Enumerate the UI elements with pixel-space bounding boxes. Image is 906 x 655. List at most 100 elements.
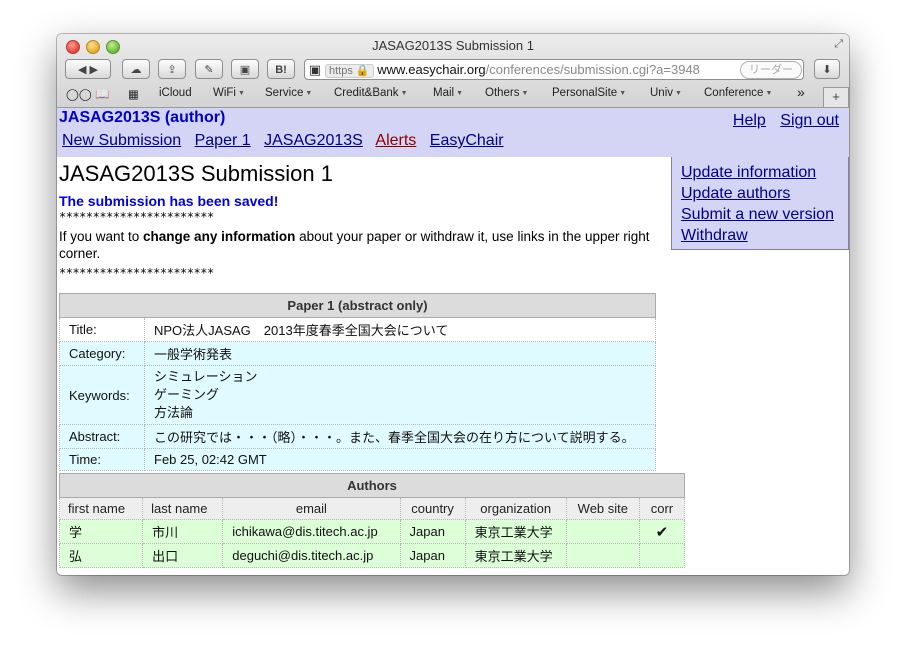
nav-paper-1[interactable]: Paper 1 [195,132,251,149]
col-last-name: last name [142,497,224,520]
title-value: NPO法人JASAG 2013年度春季全国大会について [144,317,656,342]
bookmark-personalsite[interactable]: PersonalSite ▼ [552,87,626,99]
bookmark-mail[interactable]: Mail ▼ [433,87,463,99]
bookmark-service[interactable]: Service ▼ [265,87,312,99]
author-corr [638,543,686,568]
top-sites-grid-icon[interactable]: ▦ [128,87,139,101]
screenshot-icon: ▣ [239,64,251,76]
paper-table: Paper 1 (abstract only) Title: NPO法人JASA… [59,293,656,471]
address-bar[interactable]: ▣ https 🔒 www.easychair.org/conferences/s… [304,59,804,80]
table-row: 学 市川 ichikawa@dis.titech.ac.jp Japan 東京工… [58,519,686,544]
keyword: 方法論 [154,405,194,420]
paper-caption: Paper 1 (abstract only) [59,293,656,318]
hatena-bookmark-button[interactable]: B! [267,59,295,79]
col-country: country [399,497,466,520]
table-row: Time: Feb 25, 02:42 GMT [59,448,656,471]
new-tab-button[interactable]: + [823,87,849,107]
col-first-name: first name [58,497,144,520]
site-icon: ▣ [308,62,322,77]
col-email: email [222,497,401,520]
keyword: シミュレーション [154,369,258,384]
author-last-name: 市川 [142,519,224,544]
update-information-link[interactable]: Update information [681,164,816,181]
fullscreen-icon[interactable]: ⤢ [834,38,843,51]
cloud-icon: ☁ [130,64,142,76]
icloud-tabs-button[interactable]: ☁ [122,59,150,79]
abstract-value: この研究では・・・（略）・・・。また、春季全国大会の在り方について説明する。 [144,424,656,449]
title-label: Title: [59,317,145,342]
bookmark-wifi[interactable]: WiFi ▼ [213,87,245,99]
authors-table: Authors first name last name email count… [58,473,686,568]
separator-stars: *********************** [59,210,214,224]
bookmark-others[interactable]: Others ▼ [485,87,528,99]
info-text: If you want to change any information ab… [59,229,650,261]
saved-message: The submission has been saved! [59,193,279,209]
table-row: Keywords: シミュレーション ゲーミング 方法論 [59,365,656,425]
nav-easychair[interactable]: EasyChair [430,132,504,149]
authors-caption: Authors [59,473,685,498]
category-value: 一般学術発表 [144,341,656,366]
author-organization: 東京工業大学 [464,519,567,544]
author-website [565,543,640,568]
main-nav: New Submission Paper 1 JASAG2013S Alerts… [62,132,513,150]
separator-stars-2: *********************** [59,266,214,280]
bookmarks-bar: ◯◯ 📖 ▦ iCloud WiFi ▼ Service ▼ Credit&Bank… [57,84,849,104]
table-row: Abstract: この研究では・・・（略）・・・。また、春季全国大会の在り方に… [59,424,656,449]
nav-alerts[interactable]: Alerts [375,132,416,149]
submission-actions-menu: Update information Update authors Submit… [671,157,849,250]
https-badge: https 🔒 [325,64,374,78]
author-organization: 東京工業大学 [464,543,567,568]
sign-out-link[interactable]: Sign out [780,112,839,129]
author-first-name: 学 [58,519,144,544]
author-website [565,519,640,544]
back-forward-button[interactable]: ◀ ▶ [65,59,111,79]
bookmark-icloud[interactable]: iCloud [159,87,192,99]
share-button[interactable]: ⇪ [158,59,186,79]
main-content: JASAG2013S Submission 1 The submission h… [59,161,665,280]
reading-list-icon[interactable]: ◯◯ [66,87,92,101]
role-title: JASAG2013S (author) [59,109,226,126]
author-email: ichikawa@dis.titech.ac.jp [222,519,401,544]
author-country: Japan [399,519,466,544]
table-row: 弘 出口 deguchi@dis.titech.ac.jp Japan 東京工業… [58,543,686,568]
wrench-icon: ✎ [204,64,214,76]
nav-jasag2013s[interactable]: JASAG2013S [264,132,363,149]
bookmark-univ[interactable]: Univ ▼ [650,87,682,99]
wrench-button[interactable]: ✎ [195,59,223,79]
bookmark-credit-bank[interactable]: Credit&Bank ▼ [334,87,408,99]
update-authors-link[interactable]: Update authors [681,185,790,202]
withdraw-link[interactable]: Withdraw [681,227,748,244]
time-value: Feb 25, 02:42 GMT [144,448,656,471]
downloads-button[interactable]: ⬇ [814,59,840,79]
author-country: Japan [399,543,466,568]
window-title: JASAG2013S Submission 1 [372,38,534,53]
browser-chrome: JASAG2013S Submission 1 ⤢ ◀ ▶ ☁ ⇪ ✎ ▣ B!… [57,34,849,108]
browser-window: JASAG2013S Submission 1 ⤢ ◀ ▶ ☁ ⇪ ✎ ▣ B!… [57,34,849,575]
more-bookmarks-icon[interactable]: » [797,84,805,100]
abstract-label: Abstract: [59,424,145,449]
page-content: JASAG2013S (author) New Submission Paper… [57,108,849,575]
easychair-header: JASAG2013S (author) New Submission Paper… [57,108,849,157]
download-icon: ⬇ [822,64,832,76]
nav-new-submission[interactable]: New Submission [62,132,181,149]
page-title: JASAG2013S Submission 1 [59,161,333,186]
reader-button[interactable]: リーダー [740,61,802,79]
keyword: ゲーミング [154,387,220,402]
keywords-value: シミュレーション ゲーミング 方法論 [144,365,656,425]
submit-new-version-link[interactable]: Submit a new version [681,206,834,223]
bookmarks-book-icon[interactable]: 📖 [95,87,109,101]
help-link[interactable]: Help [733,112,766,129]
author-last-name: 出口 [142,543,224,568]
keywords-label: Keywords: [59,365,145,425]
screenshot-button[interactable]: ▣ [231,59,259,79]
col-corr: corr [638,497,686,520]
author-email: deguchi@dis.titech.ac.jp [222,543,401,568]
url-host: www.easychair.org [377,62,486,77]
corresponding-check-icon: ✔ [638,519,686,544]
table-row: Category: 一般学術発表 [59,341,656,366]
header-links: Help Sign out [723,112,839,130]
col-organization: organization [464,497,567,520]
table-row: Title: NPO法人JASAG 2013年度春季全国大会について [59,317,656,342]
url-path: /conferences/submission.cgi?a=3948 [485,62,700,77]
bookmark-conference[interactable]: Conference ▼ [704,87,772,99]
